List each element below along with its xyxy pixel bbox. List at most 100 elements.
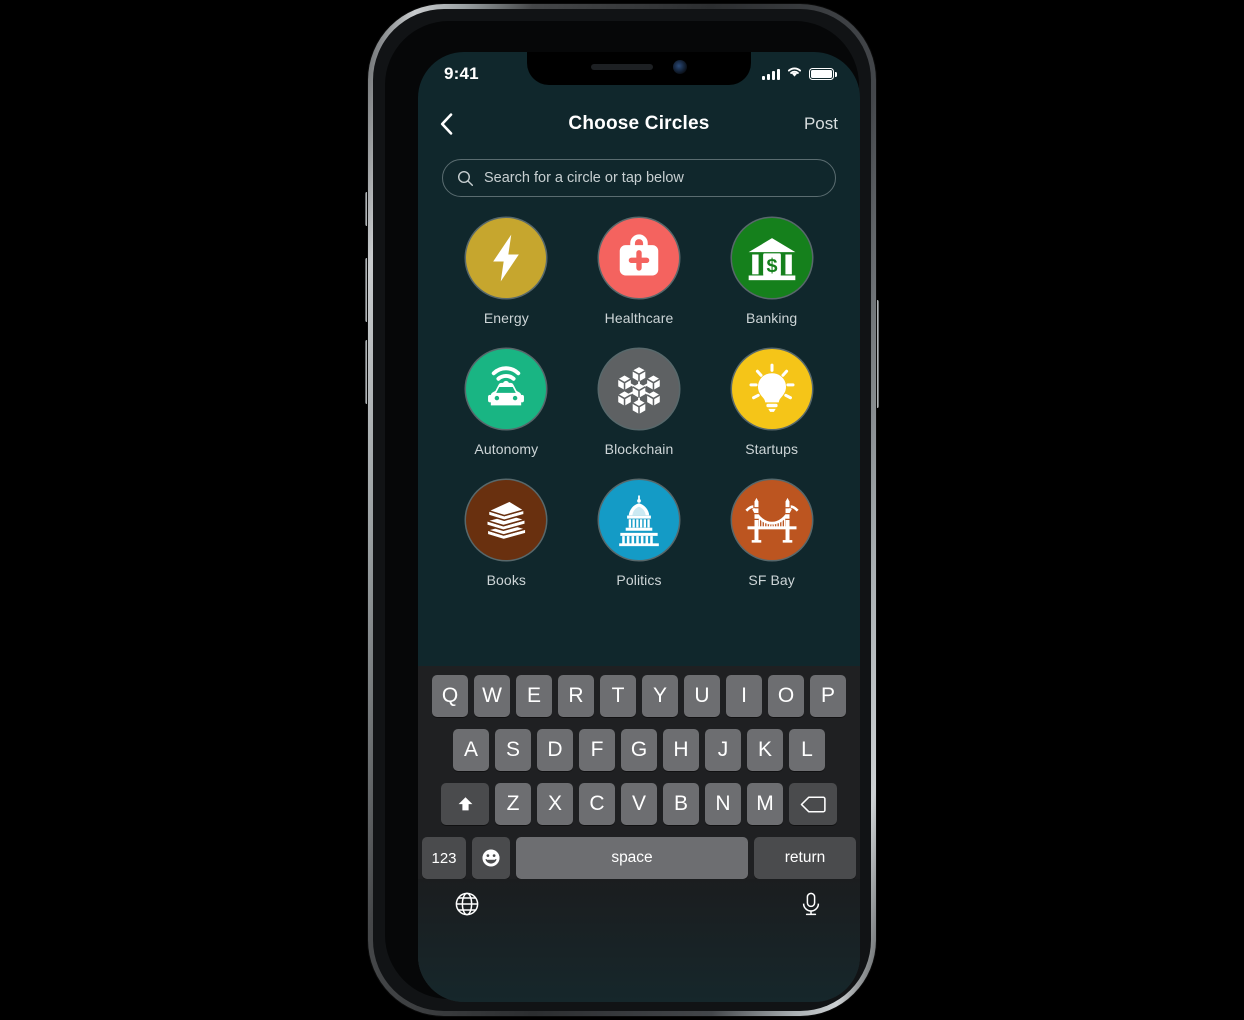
microphone-icon xyxy=(802,892,820,916)
key-q[interactable]: Q xyxy=(432,675,468,717)
shift-up-arrow-icon xyxy=(458,796,472,810)
golden-gate-bridge-icon xyxy=(745,497,799,543)
search-placeholder-text: Search for a circle or tap below xyxy=(484,170,684,186)
key-g[interactable]: G xyxy=(621,729,657,771)
key-i[interactable]: I xyxy=(726,675,762,717)
circle-label-banking: Banking xyxy=(746,310,798,326)
svg-text:$: $ xyxy=(766,255,777,277)
circle-avatar-autonomy xyxy=(466,349,547,429)
phone-frame-inner: 9:41 Choose Circles Post Search for a ci… xyxy=(373,9,871,1011)
shift-key[interactable] xyxy=(441,783,489,825)
key-n[interactable]: N xyxy=(705,783,741,825)
dictation-key[interactable] xyxy=(798,891,824,917)
battery-full-icon xyxy=(809,68,837,80)
circle-avatar-blockchain xyxy=(598,349,679,429)
search-section: Search for a circle or tap below xyxy=(418,159,860,197)
circle-avatar-politics xyxy=(598,480,679,560)
emoji-key[interactable] xyxy=(472,837,510,879)
key-f[interactable]: F xyxy=(579,729,615,771)
phone-bezel: 9:41 Choose Circles Post Search for a ci… xyxy=(385,21,860,1002)
key-h[interactable]: H xyxy=(663,729,699,771)
front-camera-icon xyxy=(673,60,687,74)
circle-item-blockchain[interactable]: Blockchain xyxy=(573,349,706,457)
circles-grid: Energy Healthcare $ Banking Autonomy Blo… xyxy=(418,218,860,588)
key-y[interactable]: Y xyxy=(642,675,678,717)
key-u[interactable]: U xyxy=(684,675,720,717)
page-title: Choose Circles xyxy=(568,113,710,134)
circle-item-startups[interactable]: Startups xyxy=(705,349,838,457)
book-stack-icon xyxy=(486,500,527,541)
return-key[interactable]: return xyxy=(754,837,856,879)
phone-device-frame: 9:41 Choose Circles Post Search for a ci… xyxy=(368,4,876,1016)
key-z[interactable]: Z xyxy=(495,783,531,825)
lightning-bolt-icon xyxy=(493,234,520,282)
space-key[interactable]: space xyxy=(516,837,748,879)
medical-bag-icon xyxy=(619,234,659,276)
keyboard-row-3: Z X C V B N M xyxy=(418,783,860,825)
backspace-key[interactable] xyxy=(789,783,837,825)
key-x[interactable]: X xyxy=(537,783,573,825)
screenshot-canvas: 9:41 Choose Circles Post Search for a ci… xyxy=(0,0,1244,1020)
key-t[interactable]: T xyxy=(600,675,636,717)
key-r[interactable]: R xyxy=(558,675,594,717)
smiley-face-icon xyxy=(482,849,500,867)
circle-item-politics[interactable]: Politics xyxy=(573,480,706,588)
circle-avatar-sf-bay xyxy=(731,480,812,560)
capitol-building-icon xyxy=(619,495,659,547)
circle-item-energy[interactable]: Energy xyxy=(440,218,573,326)
key-c[interactable]: C xyxy=(579,783,615,825)
circle-avatar-healthcare xyxy=(598,218,679,298)
circle-label-startups: Startups xyxy=(745,441,799,457)
key-o[interactable]: O xyxy=(768,675,804,717)
self-driving-car-icon xyxy=(488,366,525,406)
status-bar-time: 9:41 xyxy=(444,64,479,83)
status-bar-indicators xyxy=(762,65,837,83)
key-w[interactable]: W xyxy=(474,675,510,717)
earpiece-speaker xyxy=(591,64,653,70)
circle-label-energy: Energy xyxy=(483,310,529,326)
circle-item-healthcare[interactable]: Healthcare xyxy=(573,218,706,326)
keyboard-row-1: Q W E R T Y U I O P xyxy=(418,675,860,717)
chevron-left-icon xyxy=(440,113,453,135)
numbers-key[interactable]: 123 xyxy=(422,837,466,879)
circle-item-banking[interactable]: $ Banking xyxy=(705,218,838,326)
circle-avatar-books xyxy=(466,480,547,560)
circle-item-autonomy[interactable]: Autonomy xyxy=(440,349,573,457)
wifi-icon xyxy=(786,65,803,83)
circle-label-books: Books xyxy=(486,572,527,588)
backspace-icon xyxy=(800,795,826,813)
key-l[interactable]: L xyxy=(789,729,825,771)
cellular-bars-icon xyxy=(762,68,780,80)
device-notch xyxy=(527,52,751,85)
globe-icon xyxy=(455,892,479,916)
keyboard-bottom-bar xyxy=(418,879,860,1002)
key-k[interactable]: K xyxy=(747,729,783,771)
circle-avatar-startups xyxy=(731,349,812,429)
key-e[interactable]: E xyxy=(516,675,552,717)
circle-item-books[interactable]: Books xyxy=(440,480,573,588)
circle-label-politics: Politics xyxy=(616,572,662,588)
circle-label-autonomy: Autonomy xyxy=(474,441,539,457)
bank-dollar-icon: $ xyxy=(748,238,795,281)
circle-label-healthcare: Healthcare xyxy=(604,310,674,326)
globe-key[interactable] xyxy=(454,891,480,917)
circle-item-sf-bay[interactable]: SF Bay xyxy=(705,480,838,588)
key-b[interactable]: B xyxy=(663,783,699,825)
search-input[interactable]: Search for a circle or tap below xyxy=(442,159,836,197)
circle-avatar-banking: $ xyxy=(731,218,812,298)
post-button[interactable]: Post xyxy=(804,114,838,134)
key-d[interactable]: D xyxy=(537,729,573,771)
lightbulb-icon xyxy=(749,363,795,412)
key-j[interactable]: J xyxy=(705,729,741,771)
keyboard-row-2: A S D F G H J K L xyxy=(418,729,860,771)
key-s[interactable]: S xyxy=(495,729,531,771)
circle-label-sf-bay: SF Bay xyxy=(748,572,795,588)
key-m[interactable]: M xyxy=(747,783,783,825)
back-button[interactable] xyxy=(440,113,474,135)
blockchain-nodes-icon xyxy=(617,367,661,414)
key-p[interactable]: P xyxy=(810,675,846,717)
key-a[interactable]: A xyxy=(453,729,489,771)
key-v[interactable]: V xyxy=(621,783,657,825)
search-icon xyxy=(457,170,474,186)
phone-screen: 9:41 Choose Circles Post Search for a ci… xyxy=(418,52,860,1002)
